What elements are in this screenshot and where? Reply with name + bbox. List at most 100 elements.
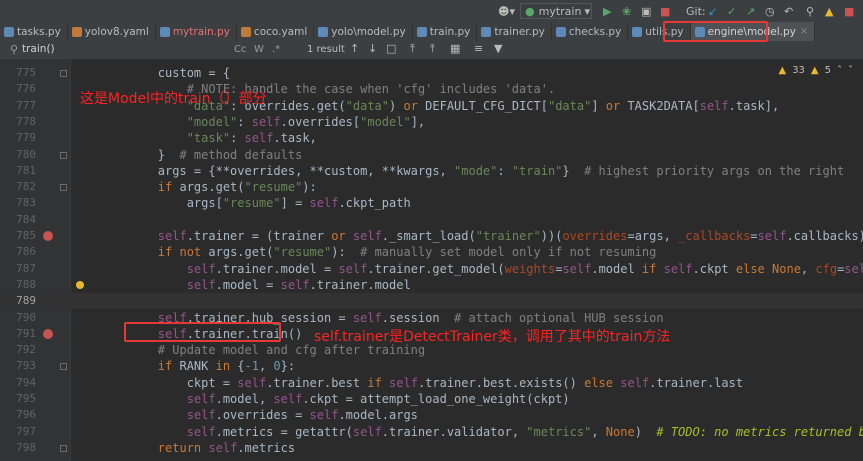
line-number[interactable]: 792 [0,342,36,358]
code-text[interactable]: return self.metrics [100,440,295,456]
add-selection-icon[interactable]: ⤒ [410,42,415,56]
multiline-icon[interactable]: ≡ [474,42,483,55]
code-text[interactable]: if args.get("resume"): [100,179,317,195]
code-line[interactable]: 786 if not args.get("resume"): # manuall… [0,244,863,260]
code-text[interactable]: args["resume"] = self.ckpt_path [100,195,411,211]
code-text[interactable]: ckpt = self.trainer.best if self.trainer… [100,375,743,391]
code-line[interactable]: 779 "task": self.task, [0,130,863,146]
line-number[interactable]: 781 [0,163,36,179]
code-text[interactable]: self.overrides = self.model.args [100,407,418,423]
code-text[interactable]: "task": self.task, [100,130,317,146]
tab-6[interactable]: trainer.py [477,22,552,41]
code-line[interactable]: 778 "model": self.overrides["model"], [0,114,863,130]
code-line[interactable]: 788 self.model = self.trainer.model [0,277,863,293]
code-line[interactable]: 794 ckpt = self.trainer.best if self.tra… [0,375,863,391]
code-text[interactable]: args = {**overrides, **custom, **kwargs,… [100,163,844,179]
line-number[interactable]: 779 [0,130,36,146]
code-text[interactable]: self.trainer = (trainer or self._smart_l… [100,228,863,244]
line-number[interactable]: 782 [0,179,36,195]
line-number[interactable]: 794 [0,375,36,391]
code-line[interactable]: 780 } # method defaults [0,147,863,163]
line-number[interactable]: 795 [0,391,36,407]
fold-icon[interactable] [60,70,67,77]
line-number[interactable]: 784 [0,212,36,228]
fold-icon[interactable] [60,444,67,452]
close-icon[interactable]: × [800,26,808,37]
code-line[interactable]: 783 args["resume"] = self.ckpt_path [0,195,863,211]
find-input[interactable] [22,42,220,56]
line-number[interactable]: 793 [0,358,36,374]
line-number[interactable]: 788 [0,277,36,293]
line-number[interactable]: 776 [0,81,36,97]
select-all-occurrences-icon[interactable]: □ [386,42,396,55]
search-everywhere-icon[interactable]: ⚲ [806,3,814,19]
rollback-icon[interactable]: ↶ [784,3,793,19]
breakpoint-icon[interactable] [43,328,53,339]
line-number[interactable]: 791 [0,326,36,342]
line-number[interactable]: 787 [0,261,36,277]
code-text[interactable]: custom = { [100,65,230,81]
arrow-up-icon[interactable]: ↑ [350,42,359,55]
line-number[interactable]: 777 [0,98,36,114]
line-number[interactable]: 790 [0,310,36,326]
breakpoint-icon[interactable] [43,231,53,241]
history-icon[interactable]: ◷ [765,3,775,19]
code-text[interactable]: } # method defaults [100,147,303,163]
regex-toggle[interactable]: .* [272,44,280,55]
fold-icon[interactable] [60,151,67,159]
stop-icon[interactable]: ■ [660,3,670,19]
code-text[interactable]: self.trainer.model = self.trainer.get_mo… [100,261,863,277]
tab-4[interactable]: yolo\model.py [314,22,413,41]
code-text[interactable]: if RANK in {-1, 0}: [100,358,295,374]
coverage-icon[interactable]: ▣ [641,3,651,19]
user-icon[interactable]: ☻▾ [498,3,515,19]
code-text[interactable]: "model": self.overrides["model"], [100,114,425,130]
code-line[interactable]: 787 self.trainer.model = self.trainer.ge… [0,261,863,277]
code-text[interactable]: self.model, self.ckpt = attempt_load_one… [100,391,570,407]
tab-2[interactable]: mytrain.py [156,22,237,41]
line-number[interactable]: 780 [0,147,36,163]
lightbulb-icon[interactable] [76,280,84,289]
filter-icon[interactable]: ▼ [494,42,502,55]
git-update-icon[interactable]: ↙ [708,3,717,19]
run-icon[interactable]: ▶ [603,3,611,19]
code-line[interactable]: 793 if RANK in {-1, 0}: [0,358,863,374]
tab-1[interactable]: yolov8.yaml [68,22,156,41]
match-case-toggle[interactable]: Cc [234,44,246,55]
code-line[interactable]: 784 [0,212,863,228]
code-line[interactable]: 782 if args.get("resume"): [0,179,863,195]
line-number[interactable]: 775 [0,65,36,81]
git-push-icon[interactable]: ↗ [746,3,755,19]
fold-icon[interactable] [60,184,67,192]
line-number[interactable]: 797 [0,424,36,440]
line-number[interactable]: 798 [0,440,36,456]
remove-selection-icon[interactable]: ⤒ [430,42,435,56]
code-text[interactable]: self.metrics = getattr(self.trainer.vali… [100,424,863,440]
tab-5[interactable]: train.py [413,22,478,41]
debug-icon[interactable]: ❀ [622,3,631,19]
line-number[interactable]: 783 [0,195,36,211]
git-commit-icon[interactable]: ✓ [727,3,736,19]
run-config-select[interactable]: ● mytrain ▾ [520,3,592,19]
tab-0[interactable]: tasks.py [0,22,68,41]
code-line[interactable]: 796 self.overrides = self.model.args [0,407,863,423]
code-line[interactable]: 795 self.model, self.ckpt = attempt_load… [0,391,863,407]
tab-7[interactable]: checks.py [552,22,629,41]
words-toggle[interactable]: W [254,44,264,55]
fold-icon[interactable] [60,363,67,371]
code-text[interactable]: if not args.get("resume"): # manually se… [100,244,657,260]
code-line[interactable]: 798 return self.metrics [0,440,863,456]
jetbrains-icon[interactable]: ■ [844,3,854,19]
code-line[interactable]: 785 self.trainer = (trainer or self._sma… [0,228,863,244]
update-icon[interactable]: ▲ [825,3,833,19]
code-line[interactable]: 797 self.metrics = getattr(self.trainer.… [0,424,863,440]
toggle-selection-icon[interactable]: ▦ [450,42,460,55]
code-line[interactable]: 789 [0,293,863,310]
code-editor[interactable]: ▲ 33 ▲ 5 ˄ ˅ 775 custom = {776 # NOTE: han… [0,59,863,461]
line-number[interactable]: 785 [0,228,36,244]
line-number[interactable]: 789 [0,293,36,309]
line-number[interactable]: 796 [0,407,36,423]
tab-3[interactable]: coco.yaml [237,22,315,41]
code-line[interactable]: 775 custom = { [0,65,863,81]
line-number[interactable]: 786 [0,244,36,260]
